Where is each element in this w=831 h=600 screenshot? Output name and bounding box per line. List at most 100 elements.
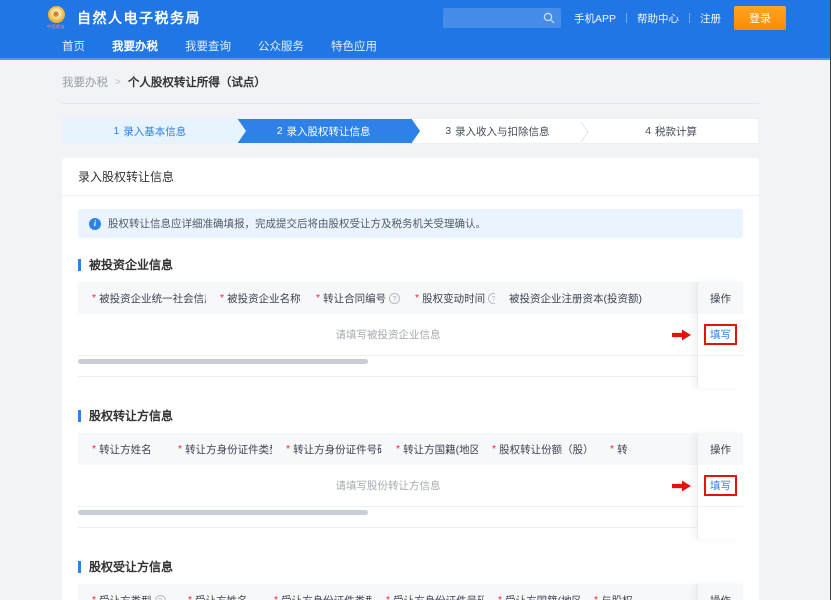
empty-placeholder: 请填写股份转让方信息	[336, 478, 441, 493]
step-4-tax-calc[interactable]: 4 税款计算	[584, 119, 758, 143]
required-asterisk: *	[498, 594, 502, 600]
empty-row: 请填写股份转让方信息	[78, 465, 698, 507]
action-column-header: 操作	[698, 584, 743, 600]
horizontal-scrollbar[interactable]	[78, 510, 368, 515]
col-nationality: *转让方国籍(地区)	[382, 442, 478, 457]
col-label: 转让方姓名	[99, 442, 152, 457]
section-label: 股权转让方信息	[89, 407, 173, 424]
notice-text: 股权转让信息应详细准确填报，完成提交后将由股权受让方及税务机关受理确认。	[108, 216, 486, 231]
required-asterisk: *	[396, 443, 400, 455]
col-id-number: *受让方身份证件号码	[372, 593, 484, 600]
col-share-amount: *股权转让份额（股）	[478, 442, 596, 457]
top-header: ❋ 中国税务 自然人电子税务局 手机APP 帮助中心 注册 登录	[0, 0, 830, 36]
step-number: 2	[277, 125, 283, 137]
step-3-income-deduction[interactable]: 3 录入收入与扣除信息	[411, 119, 585, 143]
col-label: 受让方国籍(地区)	[505, 593, 580, 600]
required-asterisk: *	[92, 443, 96, 455]
transferor-table: *转让方姓名 *转让方身份证件类型 *转让方身份证件号码 *转让方国籍(地区) …	[78, 433, 743, 528]
national-emblem-icon: ❋ 中国税务	[44, 6, 68, 30]
breadcrumb-parent[interactable]: 我要办税	[62, 74, 108, 90]
col-label: 受让方身份证件号码	[393, 593, 484, 600]
help-icon[interactable]: ?	[155, 595, 166, 600]
search-box[interactable]	[443, 8, 561, 28]
col-label: 转让方身份证件类型	[185, 442, 272, 457]
table-header-row: *受让方类型? *受让方姓名 *受让方身份证件类型 *受让方身份证件号码 *受让…	[78, 584, 698, 600]
help-icon[interactable]: ?	[488, 293, 495, 304]
col-truncated: *转	[596, 442, 698, 457]
register-link[interactable]: 注册	[700, 11, 721, 26]
action-column-header: 操作	[698, 282, 743, 314]
mobile-app-link[interactable]: 手机APP	[574, 11, 616, 26]
logo-subtext: 中国税务	[47, 24, 65, 30]
search-input[interactable]	[449, 13, 543, 24]
nav-item-public-service[interactable]: 公众服务	[258, 38, 304, 54]
invested-enterprise-table: *被投资企业统一社会信用代码 *被投资企业名称 *转让合同编号? *股权变动时间…	[78, 282, 743, 377]
required-asterisk: *	[415, 292, 419, 304]
col-label: 被投资企业统一社会信用代码	[99, 291, 206, 306]
fill-button-invested-enterprise[interactable]: 填写	[704, 324, 737, 345]
col-id-type: *转让方身份证件类型	[164, 442, 272, 457]
required-asterisk: *	[92, 292, 96, 304]
required-asterisk: *	[188, 594, 192, 600]
main-panel: 录入股权转让信息 i 股权转让信息应详细准确填报，完成提交后将由股权受让方及税务…	[62, 158, 759, 600]
col-label: 受让方姓名	[195, 593, 248, 600]
required-asterisk: *	[286, 443, 290, 455]
table-header-row: *被投资企业统一社会信用代码 *被投资企业名称 *转让合同编号? *股权变动时间…	[78, 282, 698, 314]
header-actions: 手机APP 帮助中心 注册 登录	[443, 6, 786, 30]
breadcrumb-current: 个人股权转让所得（试点）	[128, 74, 266, 90]
col-label: 转让合同编号	[323, 291, 386, 306]
section-label: 股权受让方信息	[89, 558, 173, 575]
notice-banner: i 股权转让信息应详细准确填报，完成提交后将由股权受让方及税务机关受理确认。	[78, 209, 743, 238]
breadcrumb-row: 我要办税 > 个人股权转让所得（试点）	[62, 60, 759, 104]
col-registered-capital: 被投资企业注册资本(投资额)	[495, 291, 698, 306]
nav-item-home[interactable]: 首页	[62, 38, 85, 54]
search-icon	[543, 12, 555, 24]
col-label: 受让方身份证件类型	[281, 593, 372, 600]
step-1-basic-info[interactable]: 1 录入基本信息	[63, 119, 237, 143]
section-bar	[78, 561, 81, 573]
action-cell: 填写	[698, 314, 743, 356]
help-icon[interactable]: ?	[389, 293, 400, 304]
empty-placeholder: 请填写被投资企业信息	[336, 327, 441, 342]
action-column: 操作 填写	[697, 584, 743, 600]
col-transferor-name: *转让方姓名	[78, 442, 164, 457]
section-bar	[78, 410, 81, 422]
step-2-transfer-info[interactable]: 2 录入股权转让信息	[237, 119, 411, 143]
header-links: 手机APP 帮助中心 注册	[574, 11, 721, 26]
step-number: 1	[113, 125, 119, 137]
fill-button-transferor[interactable]: 填写	[704, 475, 737, 496]
col-nationality: *受让方国籍(地区)	[484, 593, 580, 600]
col-enterprise-name: *被投资企业名称	[206, 291, 302, 306]
required-asterisk: *	[220, 292, 224, 304]
red-arrow-icon	[672, 329, 691, 340]
red-arrow-icon	[672, 480, 691, 491]
col-truncated: *与股权转让	[580, 593, 632, 600]
horizontal-scrollbar[interactable]	[78, 359, 368, 364]
col-label: 被投资企业名称	[227, 291, 301, 306]
col-label: 转让方国籍(地区)	[403, 442, 478, 457]
step-number: 4	[645, 125, 651, 137]
col-label: 被投资企业注册资本(投资额)	[509, 291, 642, 306]
required-asterisk: *	[610, 443, 614, 455]
breadcrumb: 我要办税 > 个人股权转让所得（试点）	[62, 74, 759, 104]
panel-title: 录入股权转让信息	[62, 158, 759, 196]
login-button[interactable]: 登录	[734, 6, 786, 30]
link-divider	[626, 13, 627, 23]
col-transferee-type: *受让方类型?	[78, 593, 174, 600]
col-label: 股权变动时间	[422, 291, 485, 306]
help-center-link[interactable]: 帮助中心	[637, 11, 679, 26]
col-transferee-name: *受让方姓名	[174, 593, 260, 600]
col-label: 受让方类型	[99, 593, 152, 600]
required-asterisk: *	[594, 594, 598, 600]
link-divider	[689, 13, 690, 23]
section-title-invested-enterprise: 被投资企业信息	[78, 256, 743, 273]
nav-item-featured-apps[interactable]: 特色应用	[331, 38, 377, 54]
nav-item-tax-filing[interactable]: 我要办税	[112, 38, 158, 54]
emblem-circle: ❋	[48, 6, 65, 23]
main-nav: 首页 我要办税 我要查询 公众服务 特色应用	[0, 36, 830, 60]
col-contract-no: *转让合同编号?	[302, 291, 401, 306]
action-column: 操作 填写	[697, 433, 743, 539]
col-change-time: *股权变动时间?	[401, 291, 495, 306]
action-column: 操作 填写	[697, 282, 743, 388]
nav-item-query[interactable]: 我要查询	[185, 38, 231, 54]
